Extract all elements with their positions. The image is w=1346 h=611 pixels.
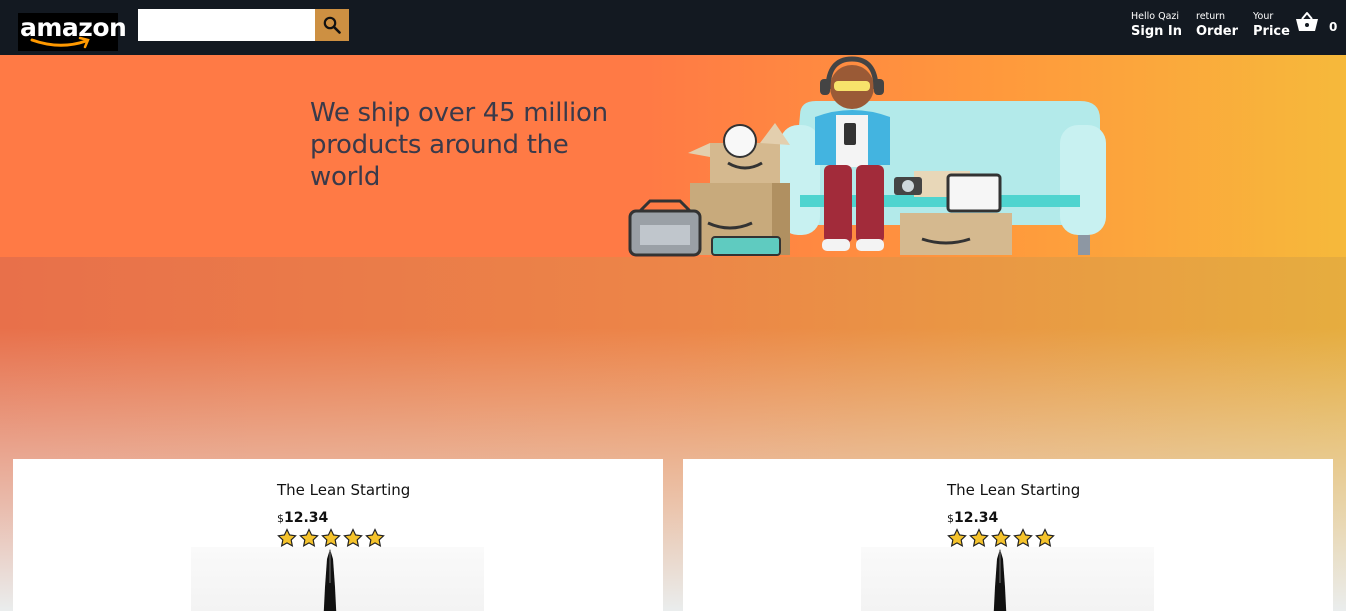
pen-nib-image — [323, 549, 337, 611]
product-price: $12.34 — [947, 507, 1080, 526]
nav-sign-in-label: Sign In — [1131, 24, 1182, 39]
smile-arrow-icon — [30, 36, 90, 49]
nav-sign-in[interactable]: Hello Qazi Sign In — [1131, 10, 1182, 40]
star-icon — [991, 528, 1011, 547]
search-button[interactable] — [315, 9, 349, 41]
product-image — [191, 547, 484, 611]
pen-nib-image — [993, 549, 1007, 611]
nav-orders-label: Order — [1196, 24, 1238, 39]
basket-link[interactable]: 0 — [1295, 10, 1337, 34]
banner-illustration — [628, 56, 1106, 257]
nav-price-label: Price — [1253, 24, 1290, 39]
product-info: The Lean Starting $12.34 — [947, 481, 1080, 548]
star-icon — [343, 528, 363, 547]
star-icon — [1035, 528, 1055, 547]
product-image — [861, 547, 1154, 611]
nav-price-line-one: Your — [1253, 11, 1274, 22]
search-input[interactable] — [138, 9, 315, 41]
header: amazon Hello Qazi Sign In return Order Y… — [0, 0, 1346, 55]
star-icon — [947, 528, 967, 547]
product-title: The Lean Starting — [277, 481, 411, 499]
price-value: 12.34 — [954, 510, 999, 526]
basket-count: 0 — [1329, 20, 1338, 34]
currency-symbol: $ — [947, 512, 954, 525]
star-icon — [299, 528, 319, 547]
search-icon — [323, 16, 341, 34]
star-icon — [969, 528, 989, 547]
currency-symbol: $ — [277, 512, 284, 525]
product-rating — [277, 528, 410, 548]
shopping-basket-icon — [1296, 12, 1318, 31]
star-icon — [277, 528, 297, 547]
product-rating — [947, 528, 1080, 548]
product-card[interactable]: The Lean Starting $12.34 — [683, 459, 1333, 611]
star-icon — [1013, 528, 1033, 547]
product-info: The Lean Starting $12.34 — [277, 481, 410, 548]
product-card[interactable]: The Lean Starting $12.34 — [13, 459, 663, 611]
home-banner[interactable]: We ship over 45 million products around … — [0, 55, 1346, 257]
star-icon — [365, 528, 385, 547]
price-value: 12.34 — [284, 510, 329, 526]
banner-headline: We ship over 45 million products around … — [310, 98, 608, 192]
nav-orders[interactable]: return Order — [1196, 10, 1238, 40]
amazon-logo[interactable]: amazon — [18, 13, 127, 51]
product-title: The Lean Starting — [947, 481, 1081, 499]
nav-orders-line-one: return — [1196, 11, 1226, 22]
nav-price[interactable]: Your Price — [1253, 10, 1290, 40]
star-icon — [321, 528, 341, 547]
product-price: $12.34 — [277, 507, 410, 526]
nav-sign-in-greeting: Hello Qazi — [1131, 11, 1180, 22]
